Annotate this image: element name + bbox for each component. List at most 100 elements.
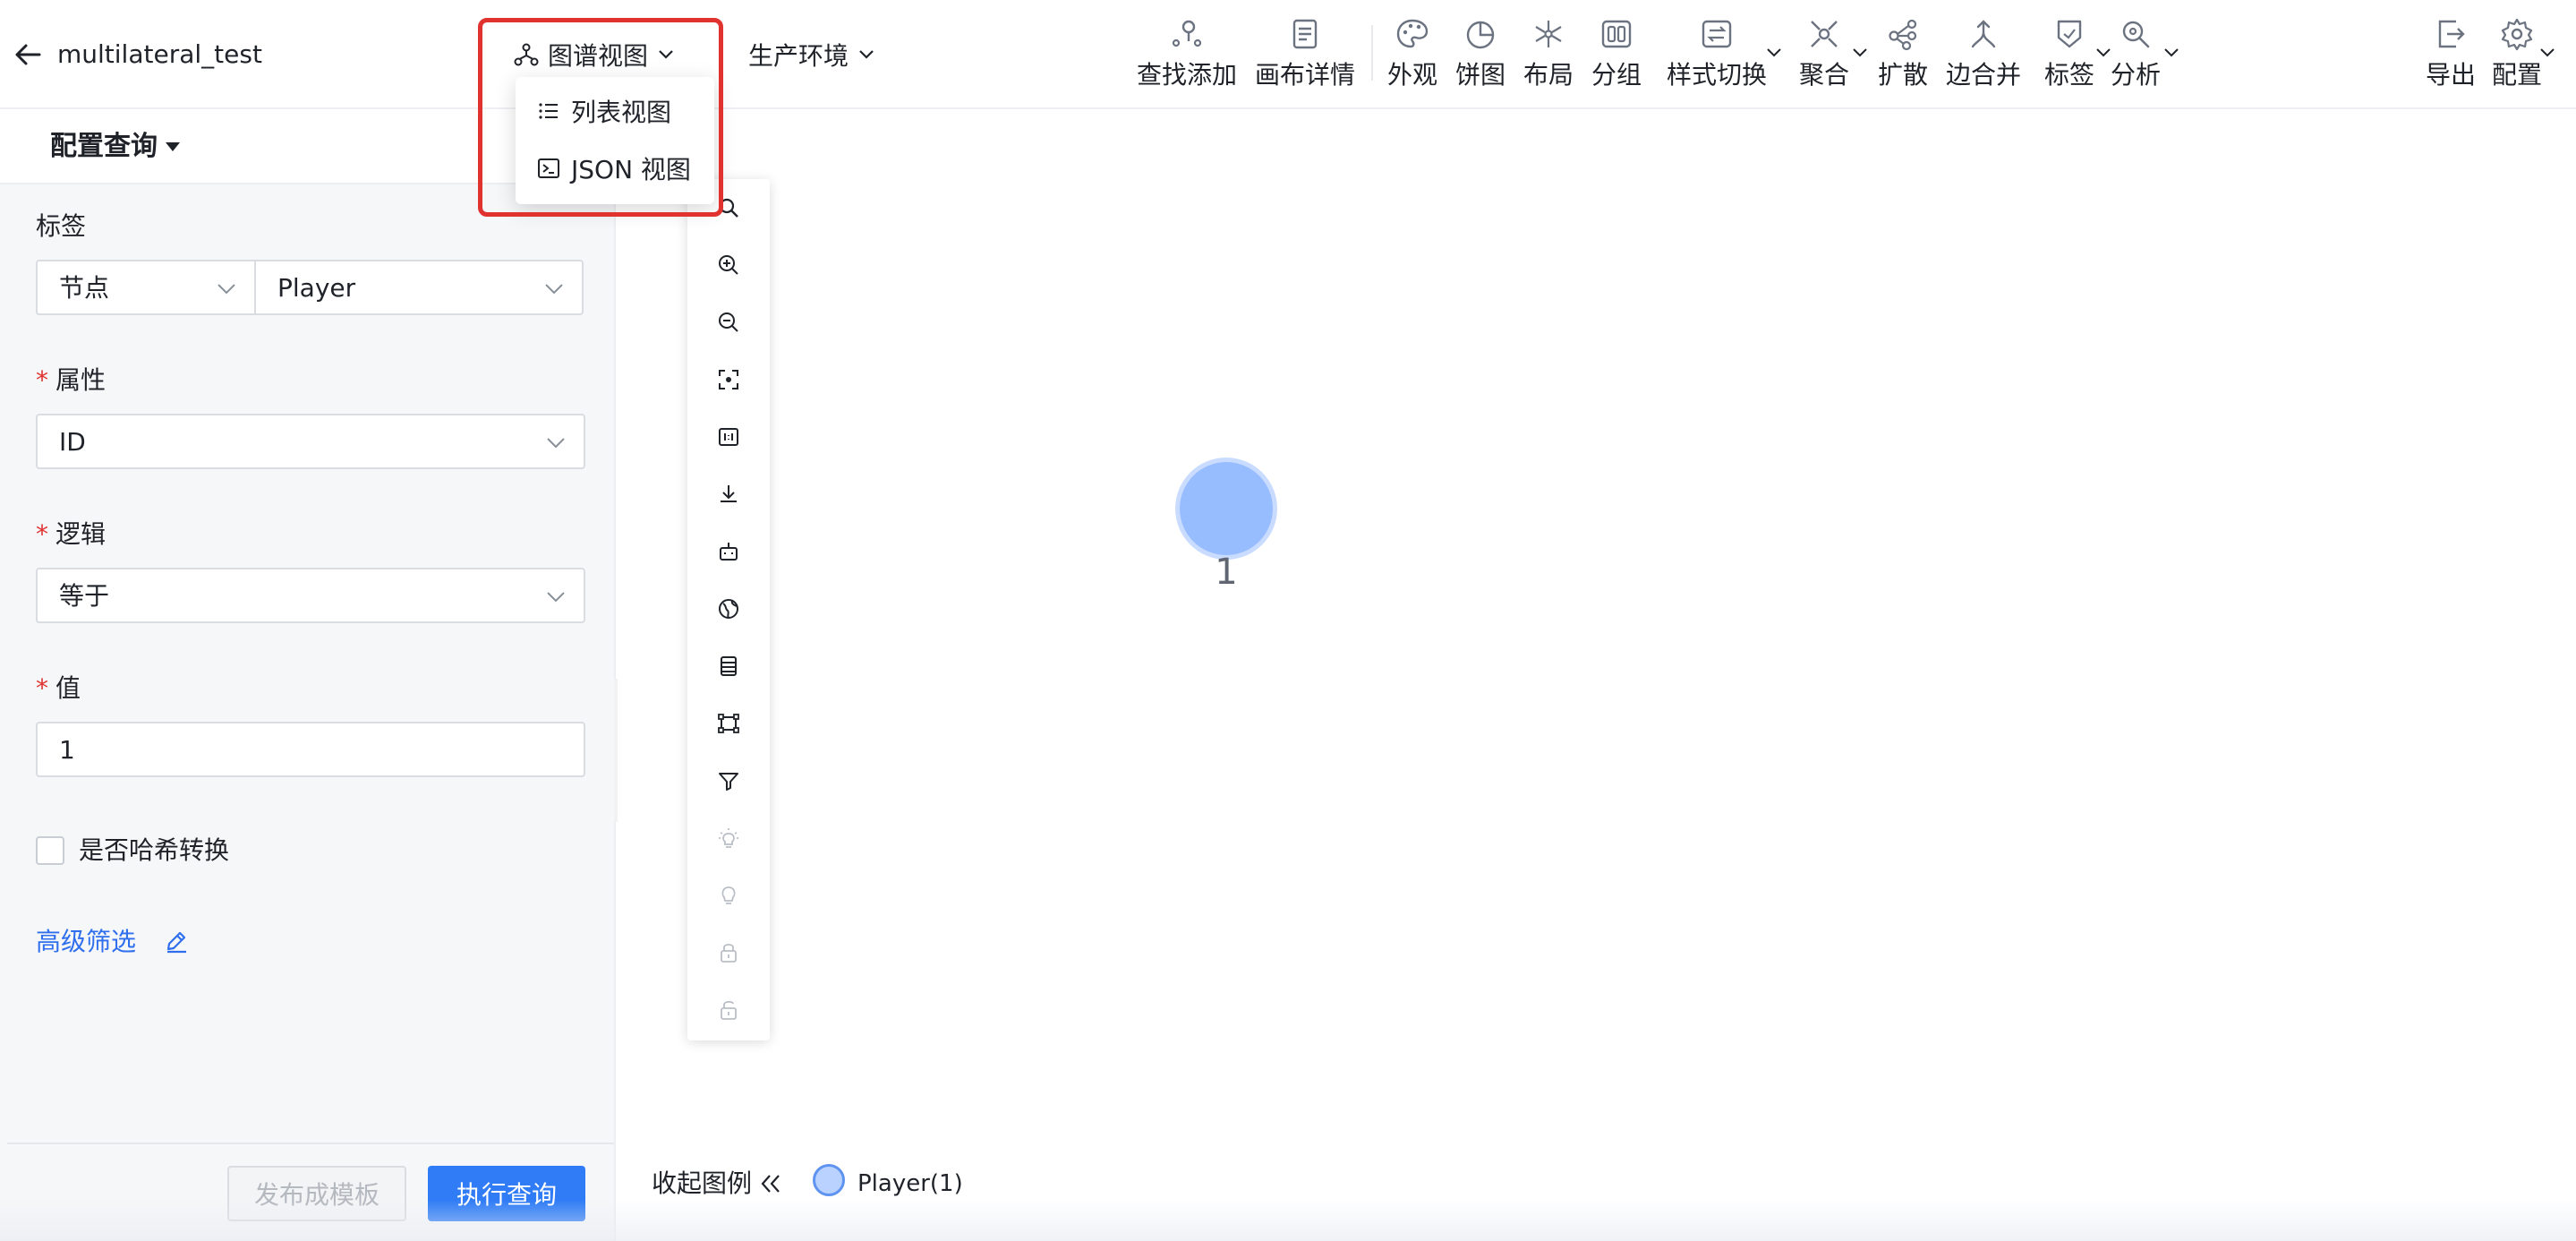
tool-settings[interactable]: 配置 [2492,16,2542,93]
tool-label: 样式切换 [1667,60,1768,90]
property-field-title: * 属性 [36,364,106,398]
hash-convert-label[interactable]: 是否哈希转换 [79,833,229,869]
caret-down-icon [166,142,180,151]
logic-field-title: * 逻辑 [36,518,106,552]
tool-label: 饼图 [1455,60,1506,90]
panel-footer-divider [7,1143,614,1144]
tool-analysis[interactable]: 分析 [2111,16,2161,93]
tool-layout[interactable]: 布局 [1523,16,1574,93]
canvas-detail-icon [1292,19,1318,49]
chevron-down-icon [859,50,874,59]
layout-icon [1535,21,1562,47]
advanced-filter-link[interactable]: 高级筛选 [36,924,136,960]
required-mark: * [36,519,48,549]
analysis-icon [2122,21,2150,48]
publish-template-button[interactable]: 发布成模板 [227,1166,406,1221]
value-field-label: 值 [55,673,81,703]
chevron-down-icon[interactable] [1851,47,1869,59]
aggregate-icon [1811,21,1838,47]
label-type-select[interactable]: 节点 [36,260,256,315]
value-input-text: 1 [59,735,75,765]
actual-size-icon[interactable] [716,424,741,449]
top-header: multilateral_test 图谱视图 生产环境 查找添加 画布详情 外观… [0,0,2576,109]
robot-icon[interactable] [716,539,741,564]
required-mark: * [36,673,48,703]
value-input[interactable]: 1 [36,722,585,777]
tool-style-switch[interactable]: 样式切换 [1667,16,1767,93]
query-panel-title: 配置查询 [50,131,158,162]
tool-label: 画布详情 [1255,60,1356,90]
tool-find-add[interactable]: 查找添加 [1137,16,1237,93]
tool-canvas-detail[interactable]: 画布详情 [1255,16,1355,93]
group-icon [1601,20,1632,48]
toolbar-divider [1371,25,1373,81]
chevron-down-icon [218,284,235,295]
tool-edge-merge[interactable]: 边合并 [1946,16,2021,93]
back-arrow-icon[interactable] [13,39,43,70]
bulb-off-icon[interactable] [716,883,741,908]
tool-label: 外观 [1387,60,1438,90]
chevron-down-icon[interactable] [2538,47,2556,59]
tool-label: 导出 [2426,60,2477,90]
export-icon [2438,20,2465,48]
required-mark: * [36,365,48,395]
fit-view-icon[interactable] [716,367,741,392]
legend-color-dot[interactable] [813,1164,845,1196]
filter-icon[interactable] [716,768,741,793]
tool-expand[interactable]: 扩散 [1878,16,1928,93]
label-value: Player [277,273,356,303]
canvas-vertical-toolbar [687,179,770,1040]
download-icon[interactable] [716,482,741,507]
run-query-button[interactable]: 执行查询 [428,1166,585,1221]
tool-appearance[interactable]: 外观 [1387,16,1437,93]
highlight-annotation-box [478,18,723,217]
property-field-label: 属性 [55,365,107,395]
tool-tag[interactable]: 标签 [2044,16,2094,93]
tool-pie-chart[interactable]: 饼图 [1455,16,1506,93]
lock-icon[interactable] [716,940,741,965]
chevron-down-icon[interactable] [2094,47,2112,59]
tool-export[interactable]: 导出 [2426,16,2476,93]
label-value-select[interactable]: Player [254,260,584,315]
expand-icon [1889,19,1917,51]
tag-icon [2057,20,2082,48]
tool-label: 聚合 [1799,60,1850,90]
logic-value: 等于 [59,581,110,611]
zoom-in-icon[interactable] [716,252,741,278]
environment-dropdown[interactable]: 生产环境 [748,38,875,72]
chevron-down-icon[interactable] [1765,47,1783,59]
select-box-icon[interactable] [716,711,741,736]
bulb-on-icon[interactable] [716,826,741,851]
tool-label: 边合并 [1946,60,2022,90]
label-type-value: 节点 [59,273,110,303]
property-select[interactable]: ID [36,414,585,469]
tool-label: 标签 [2044,60,2095,90]
chevron-down-icon [545,284,563,295]
globe-icon[interactable] [716,596,741,621]
logic-field-label: 逻辑 [55,519,107,549]
tool-aggregate[interactable]: 聚合 [1799,16,1849,93]
environment-label: 生产环境 [748,41,849,71]
tool-group[interactable]: 分组 [1591,16,1642,93]
tool-label: 扩散 [1878,60,1929,90]
collapse-legend-button[interactable]: 收起图例 [652,1166,752,1202]
graph-canvas[interactable] [618,111,2576,1241]
graph-node[interactable] [1180,462,1273,555]
logic-select[interactable]: 等于 [36,568,585,623]
edit-icon[interactable] [163,928,190,954]
page-title: multilateral_test [57,39,262,69]
chevron-down-icon [547,438,565,449]
query-config-panel: 配置查询 标签 节点 Player * 属性 ID * 逻辑 等于 * 值 1 是否哈… [0,111,616,1241]
double-chevron-left-icon[interactable] [759,1173,782,1194]
zoom-out-icon[interactable] [716,310,741,335]
tool-label: 配置 [2492,60,2543,90]
hash-convert-checkbox[interactable] [36,836,64,865]
label-field-title: 标签 [36,211,87,241]
tool-label: 分析 [2111,60,2162,90]
chevron-down-icon [547,592,565,603]
legend-item-label[interactable]: Player(1) [857,1168,963,1200]
chevron-down-icon[interactable] [2162,47,2180,59]
list-panel-icon[interactable] [716,654,741,679]
value-field-title: * 值 [36,672,81,706]
unlock-icon[interactable] [716,997,741,1023]
